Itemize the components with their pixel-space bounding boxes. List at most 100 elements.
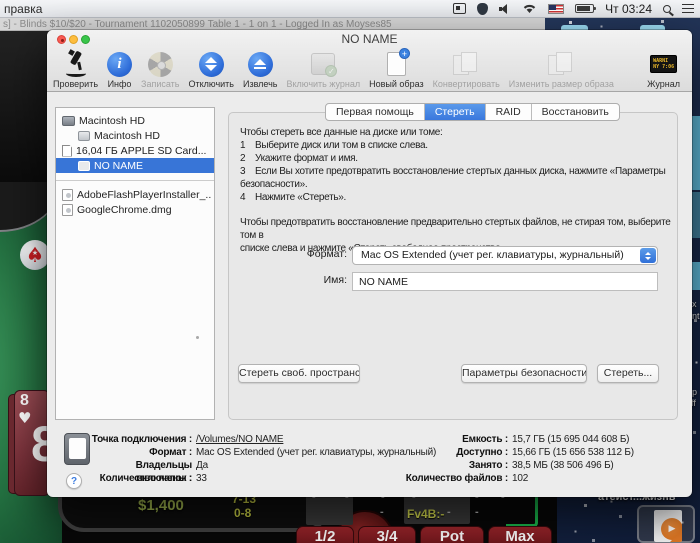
sd-card-icon (62, 144, 72, 157)
selected-volume-icon (64, 433, 90, 465)
shield-icon[interactable] (477, 2, 489, 16)
menu-item-help[interactable]: правка (0, 2, 42, 16)
info-available: Доступно : 15,66 ГБ (15 656 538 112 Б) (398, 446, 634, 459)
journaling-drive-icon: ✓ (311, 50, 338, 78)
close-button[interactable] (57, 35, 66, 44)
eject-button[interactable]: Извлечь (243, 50, 278, 89)
tab-first-aid[interactable]: Первая помощь (326, 104, 425, 120)
info-capacity: Емкость : 15,7 ГБ (15 695 044 608 Б) (398, 433, 629, 446)
info-label: Емкость : (462, 434, 508, 445)
sidebar-item-label: Macintosh HD (94, 129, 160, 142)
convert-button: Конвертировать (433, 50, 500, 89)
hud-dash: - (447, 506, 451, 518)
heart-icon: ♥ (18, 409, 32, 427)
toolbar-label: Новый образ (369, 79, 424, 89)
disk-image-icon (62, 188, 73, 201)
toolbar-label: Записать (141, 79, 180, 89)
burn-icon (147, 50, 173, 78)
sidebar-item-label: 16,04 ГБ APPLE SD Card... (76, 144, 207, 157)
info-value: 15,66 ГБ (15 656 538 112 Б) (512, 447, 634, 458)
format-dropdown[interactable]: Mac OS Extended (учет рег. клавиатуры, ж… (352, 246, 658, 265)
toolbar-label: Журнал (647, 79, 680, 89)
info-label: Точка подключения : (91, 434, 192, 445)
input-source-flag-icon[interactable] (548, 2, 565, 16)
format-label: Формат: (306, 248, 347, 260)
convert-icon (453, 50, 479, 78)
resize-image-button: Изменить размер образа (509, 50, 614, 89)
device-sidebar: Macintosh HD Macintosh HD 16,04 ГБ APPLE… (55, 107, 215, 420)
sidebar-item-no-name[interactable]: NO NAME (56, 158, 214, 173)
info-value: 38,5 МБ (38 506 496 Б) (512, 460, 614, 471)
disk-image-icon (62, 203, 73, 216)
log-icon: WARNI NY 7:06 (650, 50, 678, 78)
name-label: Имя: (323, 274, 347, 286)
wifi-icon[interactable] (522, 2, 537, 16)
dropdown-stepper-icon (640, 248, 656, 263)
instruction-line: 4 Нажмите «Стереть». (240, 192, 347, 203)
bet-max-button[interactable]: Max (488, 526, 552, 543)
sidebar-item-adobe-flash-installer[interactable]: AdobeFlashPlayerInstaller_.. (56, 187, 214, 202)
tab-erase[interactable]: Стереть (424, 104, 486, 120)
info-label: Занято : (468, 460, 508, 471)
log-button[interactable]: WARNI NY 7:06 Журнал (647, 50, 680, 89)
desktop-icon-label-fragment: x (692, 299, 697, 309)
info-file-count: Количество файлов : 102 (398, 472, 529, 485)
enable-journaling-button: ✓ Включить журнал (286, 50, 361, 89)
minimize-button[interactable] (69, 35, 78, 44)
toolbar-label: Изменить размер образа (508, 79, 614, 89)
bet-three-quarter-pot-button[interactable]: 3/4 (358, 526, 416, 543)
name-input[interactable] (352, 272, 658, 291)
zoom-button[interactable] (81, 35, 90, 44)
notification-center-icon[interactable] (682, 2, 694, 16)
info-value: 33 (196, 473, 207, 484)
sidebar-item-label: Macintosh HD (79, 114, 145, 127)
sidebar-item-apple-sd-card[interactable]: 16,04 ГБ APPLE SD Card... (56, 143, 214, 158)
sidebar-item-macintosh-hd-disk[interactable]: Macintosh HD (56, 113, 214, 128)
bet-half-pot-button[interactable]: 1/2 (296, 526, 354, 543)
volume-icon (78, 160, 90, 171)
screen: { "colors": { "selection_blue": "#3875d7… (0, 0, 700, 543)
format-value: Mac OS Extended (учет рег. клавиатуры, ж… (361, 249, 624, 261)
battery-icon[interactable] (575, 2, 597, 16)
toolbar-label: Включить журнал (286, 79, 361, 89)
volume-icon (78, 130, 90, 141)
tab-raid[interactable]: RAID (486, 104, 532, 120)
menu-bar: правка Чт 03:24 (0, 0, 700, 18)
help-button[interactable]: ? (66, 473, 82, 489)
toolbar-label: Конвертировать (432, 79, 500, 89)
menu-bar-clock[interactable]: Чт 03:24 (605, 2, 652, 16)
burn-button: Записать (141, 50, 179, 89)
star-icon: ★ (31, 249, 39, 257)
info-folder-count: Количество папок : 33 (89, 472, 207, 485)
internal-drive-icon (62, 115, 75, 126)
toolbar-label: Инфо (107, 79, 132, 89)
new-image-button[interactable]: + Новый образ (369, 48, 424, 89)
spotlight-icon[interactable] (663, 2, 671, 16)
unmount-button[interactable]: Отключить (188, 50, 234, 89)
tab-restore[interactable]: Восстановить (532, 104, 619, 120)
window-title: NO NAME (341, 32, 398, 46)
erase-button[interactable]: Стереть... (597, 364, 659, 383)
menu-bar-status-icons: Чт 03:24 (453, 2, 700, 16)
sidebar-item-label: GoogleChrome.dmg (77, 203, 172, 216)
toolbar-label: Проверить (53, 79, 99, 89)
sidebar-item-label: AdobeFlashPlayerInstaller_.. (77, 188, 212, 201)
fv4b-stat: Fv4B:- (407, 507, 445, 521)
info-label: Количество папок : (99, 473, 193, 484)
volume-icon[interactable] (499, 2, 511, 16)
window-manager-icon[interactable] (453, 2, 467, 16)
sidebar-item-google-chrome-dmg[interactable]: GoogleChrome.dmg (56, 202, 214, 217)
bet-pot-button[interactable]: Pot (420, 526, 484, 543)
playing-card-8-hearts: 8 ♥ 8 (14, 390, 50, 496)
media-file-icon[interactable]: ▶ (637, 505, 695, 543)
info-value: 15,7 ГБ (15 695 044 608 Б) (512, 434, 630, 445)
erase-free-space-button[interactable]: Стереть своб. пространство... (238, 364, 360, 383)
mount-point-link[interactable]: /Volumes/NO NAME (192, 433, 284, 446)
info-button[interactable]: i Инфо (107, 50, 133, 89)
security-options-button[interactable]: Параметры безопасности... (461, 364, 587, 383)
desktop-icon-label-fragment: p (692, 387, 698, 397)
disk-utility-window: NO NAME Проверить i Инфо Записать Отключ… (47, 30, 692, 497)
sidebar-scroll-dot (196, 336, 199, 339)
sidebar-item-macintosh-hd-volume[interactable]: Macintosh HD (56, 128, 214, 143)
verify-button[interactable]: Проверить (53, 49, 99, 89)
